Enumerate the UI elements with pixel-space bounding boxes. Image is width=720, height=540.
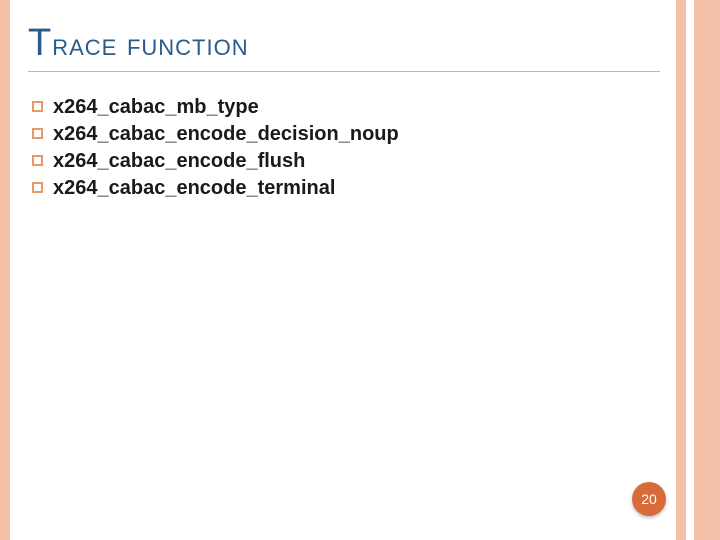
accent-stripe-left <box>0 0 10 540</box>
list-item: x264_cabac_mb_type <box>32 94 660 121</box>
accent-stripe-gap <box>686 0 694 540</box>
bullet-icon <box>32 155 43 166</box>
bullet-icon <box>32 101 43 112</box>
bullet-icon <box>32 128 43 139</box>
bullet-text: x264_cabac_encode_terminal <box>53 175 335 202</box>
bullet-icon <box>32 182 43 193</box>
accent-stripe-right <box>694 0 720 540</box>
list-item: x264_cabac_encode_terminal <box>32 175 660 202</box>
page-number: 20 <box>641 491 657 507</box>
list-item: x264_cabac_encode_decision_noup <box>32 121 660 148</box>
slide-title: Trace function <box>28 22 660 72</box>
bullet-list: x264_cabac_mb_type x264_cabac_encode_dec… <box>32 94 660 202</box>
title-rest: race function <box>52 27 248 62</box>
bullet-text: x264_cabac_mb_type <box>53 94 259 121</box>
title-first-letter: T <box>28 22 52 64</box>
slide-content: Trace function x264_cabac_mb_type x264_c… <box>28 22 660 202</box>
accent-stripe-right-thin <box>676 0 686 540</box>
bullet-text: x264_cabac_encode_flush <box>53 148 305 175</box>
page-number-badge: 20 <box>632 482 666 516</box>
bullet-text: x264_cabac_encode_decision_noup <box>53 121 399 148</box>
list-item: x264_cabac_encode_flush <box>32 148 660 175</box>
